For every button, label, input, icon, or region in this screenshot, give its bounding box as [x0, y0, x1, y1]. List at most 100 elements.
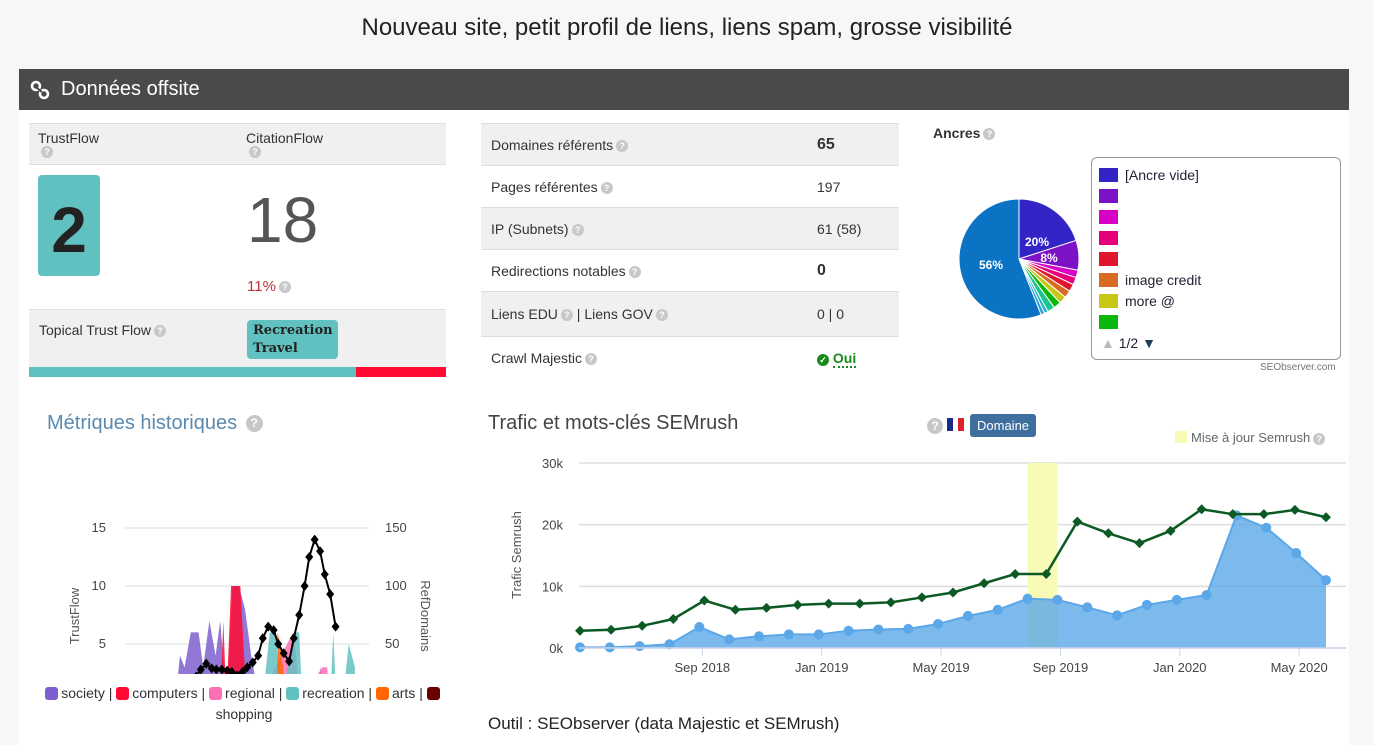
- legend-item-regional[interactable]: regional: [209, 685, 275, 701]
- pager-up-icon[interactable]: ▲: [1101, 335, 1115, 351]
- pie-data-label: 8%: [1040, 251, 1058, 265]
- historique-legend: society | computers | regional | recreat…: [29, 683, 459, 725]
- legend-item-arts[interactable]: arts: [375, 685, 416, 701]
- x-tick-label: Jan 2019: [795, 660, 849, 675]
- flow-metrics: TrustFlow? CitationFlow? 2 18 11%? Topic…: [29, 123, 446, 377]
- keywords-point: [1321, 512, 1331, 523]
- x-tick-label: May 2019: [913, 660, 970, 675]
- traffic-point: [962, 610, 973, 621]
- help-icon[interactable]: ?: [560, 309, 573, 322]
- stats-label: Liens EDU: [491, 306, 558, 322]
- legend-label: regional: [225, 685, 275, 701]
- legend-item-society[interactable]: society: [45, 685, 105, 701]
- traffic-point: [1141, 599, 1152, 610]
- ancres-legend: [Ancre vide] image credit more @ ▲ 1/2 ▼: [1091, 157, 1341, 360]
- topical-bar-teal: [29, 367, 357, 377]
- traffic-point: [992, 604, 1003, 615]
- stats-label-2: Liens GOV: [584, 306, 653, 322]
- help-icon[interactable]: ?: [927, 418, 943, 434]
- domaine-button[interactable]: Domaine: [970, 414, 1037, 437]
- refdomains-point: [300, 581, 309, 591]
- y-tick-label: 10k: [542, 579, 563, 594]
- pager-down-icon[interactable]: ▼: [1142, 335, 1156, 351]
- y-axis-label: TrustFlow: [67, 587, 82, 644]
- legend-swatch: [1099, 251, 1118, 266]
- keywords-point: [854, 598, 865, 609]
- historique-title: Métriques historiques: [47, 412, 238, 434]
- keywords-point: [823, 598, 834, 609]
- help-icon[interactable]: ?: [278, 281, 291, 294]
- refdomains-point: [310, 534, 319, 545]
- traffic-point: [1022, 593, 1033, 604]
- legend-item[interactable]: [1092, 206, 1340, 227]
- help-icon[interactable]: ?: [41, 146, 53, 158]
- y-tick-label: 30k: [542, 456, 563, 471]
- stats-value: 0 | 0: [817, 306, 844, 322]
- ancres-legend-items: [Ancre vide] image credit more @: [1092, 158, 1340, 332]
- legend-swatch: [1099, 167, 1118, 182]
- stats-row-domaines: Domaines référents? 65: [481, 123, 899, 166]
- historique-chart: 005501010015150201820192020TrustFlowRefD…: [67, 520, 433, 674]
- citationflow-label-wrap: CitationFlow?: [246, 130, 323, 158]
- topical-label-wrap: Topical Trust Flow?: [39, 322, 167, 338]
- trustflow-label-wrap: TrustFlow?: [29, 130, 246, 158]
- legend-item[interactable]: [1092, 311, 1340, 332]
- stats-label: Pages référentes: [491, 178, 598, 195]
- refdomains-point: [258, 633, 267, 644]
- help-icon[interactable]: ?: [585, 352, 598, 365]
- legend-swatch: [209, 687, 223, 700]
- stats-value: 197: [817, 178, 841, 195]
- stats-label: IP (Subnets): [491, 220, 569, 237]
- legend-item[interactable]: [Ancre vide]: [1092, 164, 1340, 185]
- help-icon[interactable]: ?: [249, 146, 261, 158]
- panel-header: Données offsite: [19, 69, 1349, 110]
- legend-item-recreation[interactable]: recreation: [286, 685, 365, 701]
- crawl-status-value: Oui: [832, 349, 857, 368]
- citationflow-value: 18: [247, 184, 319, 256]
- help-icon[interactable]: ?: [616, 139, 629, 152]
- keywords-point: [1010, 569, 1021, 579]
- topical-badge-line2: Travel: [253, 341, 298, 356]
- topical-label: Topical Trust Flow: [39, 322, 152, 338]
- stats-value: 0: [817, 261, 826, 279]
- legend-item[interactable]: [1092, 248, 1340, 269]
- legend-swatch: [1099, 230, 1118, 245]
- france-flag-icon[interactable]: [947, 418, 965, 431]
- legend-label: shopping: [215, 706, 273, 722]
- legend-separator: |: [415, 685, 427, 701]
- semrush-update-legend: Mise à jour Semrush?: [1175, 430, 1326, 445]
- keywords-point: [1134, 538, 1145, 549]
- crawl-status[interactable]: ✓ Oui: [817, 349, 899, 368]
- help-icon[interactable]: ?: [983, 128, 996, 141]
- traffic-point: [1261, 522, 1272, 533]
- flow-ratio-value: 11%: [247, 278, 276, 295]
- legend-item[interactable]: more @: [1092, 290, 1340, 311]
- help-icon[interactable]: ?: [245, 415, 263, 433]
- legend-item[interactable]: image credit: [1092, 269, 1340, 290]
- flow-header-row: TrustFlow? CitationFlow?: [29, 123, 446, 165]
- stats-label-wrap: Domaines référents?: [481, 137, 817, 153]
- legend-pager: ▲ 1/2 ▼: [1101, 335, 1156, 351]
- stats-row-pages: Pages référentes? 197: [481, 166, 899, 208]
- legend-label: image credit: [1125, 271, 1202, 288]
- topical-badge-line1: Recreation: [253, 323, 333, 338]
- help-icon[interactable]: ?: [571, 223, 584, 236]
- help-icon[interactable]: ?: [1313, 432, 1326, 445]
- legend-label: arts: [391, 685, 416, 701]
- keywords-point: [761, 602, 772, 613]
- help-icon[interactable]: ?: [600, 181, 613, 194]
- refdomains-point: [305, 552, 314, 562]
- help-icon[interactable]: ?: [655, 309, 668, 322]
- keywords-point: [885, 597, 896, 608]
- traffic-area: [580, 515, 1326, 648]
- help-icon[interactable]: ?: [628, 265, 641, 278]
- legend-item[interactable]: [1092, 227, 1340, 248]
- refdomains-point: [331, 621, 340, 632]
- traffic-point: [1082, 602, 1093, 613]
- legend-item-computers[interactable]: computers: [116, 685, 198, 701]
- help-icon[interactable]: ?: [154, 325, 167, 338]
- y2-tick-label: 150: [385, 520, 407, 535]
- legend-label: more @: [1125, 292, 1175, 309]
- x-tick-label: Sep 2019: [1033, 660, 1089, 675]
- legend-item[interactable]: [1092, 185, 1340, 206]
